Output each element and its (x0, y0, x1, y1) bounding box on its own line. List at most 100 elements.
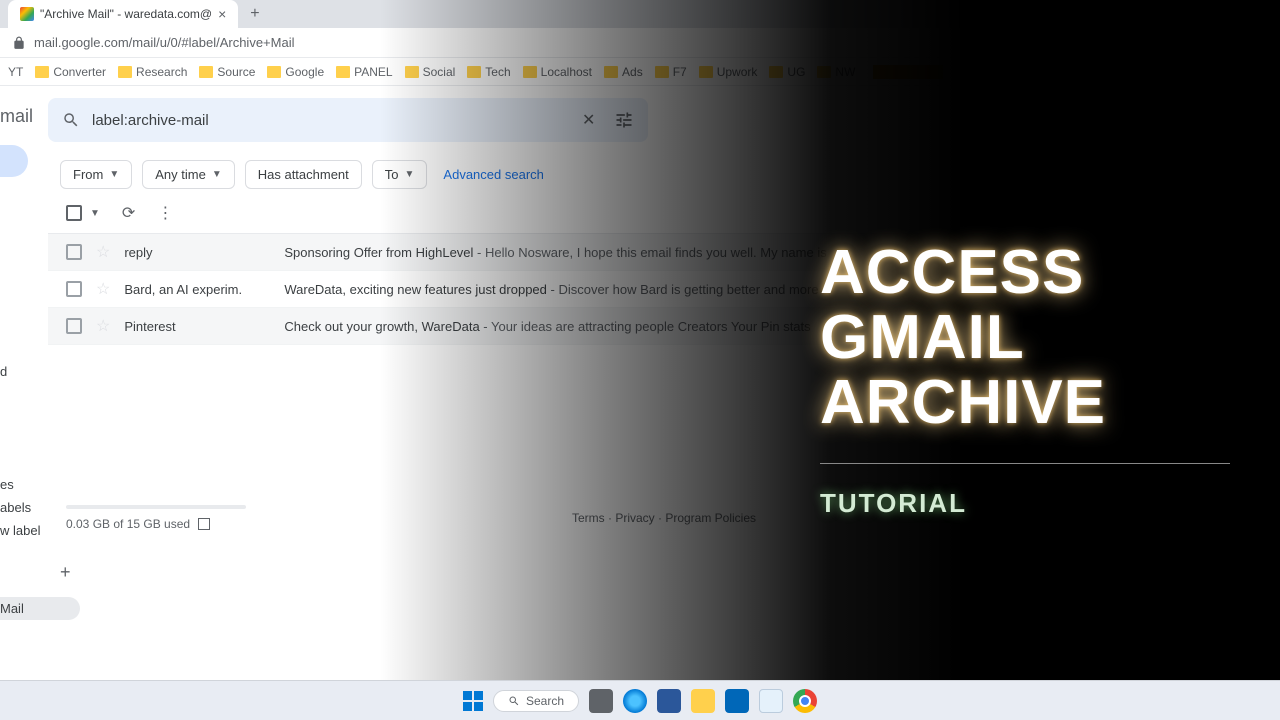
start-button[interactable] (463, 691, 483, 711)
inbox-pill[interactable] (0, 145, 28, 177)
browser-tab[interactable]: "Archive Mail" - waredata.com@ × (8, 0, 238, 28)
taskbar-search[interactable]: Search (493, 690, 579, 712)
bookmark-item[interactable]: Upwork (699, 65, 758, 79)
chevron-down-icon: ▼ (109, 169, 119, 180)
folder-icon (769, 66, 783, 78)
advanced-search-link[interactable]: Advanced search (443, 167, 543, 182)
sidebar-lower: d es abels w label + Mail (0, 360, 80, 620)
refresh-icon[interactable]: ⟳ (122, 203, 135, 223)
more-options-icon[interactable]: ⋮ (157, 203, 173, 223)
filter-row: From▼ Any time▼ Has attachment To▼ Advan… (48, 160, 1280, 203)
gmail-main: label:archive-mail ✕ From▼ Any time▼ Has… (48, 86, 1280, 680)
clear-search-icon[interactable]: ✕ (582, 110, 602, 130)
sidebar-categories[interactable]: es (0, 473, 80, 496)
storage-bar (66, 505, 246, 509)
gmail-favicon (20, 7, 34, 21)
email-subject: Sponsoring Offer from HighLevel - Hello … (284, 245, 1262, 260)
gmail-logo-text: mail (0, 106, 48, 127)
folder-icon (405, 66, 419, 78)
url-text: mail.google.com/mail/u/0/#label/Archive+… (34, 35, 294, 50)
bookmark-item[interactable]: NW (817, 65, 855, 79)
bookmark-item[interactable]: Social (405, 65, 456, 79)
row-checkbox[interactable] (66, 244, 82, 260)
store-icon[interactable] (725, 689, 749, 713)
bookmark-item[interactable]: F7 (655, 65, 687, 79)
bookmarks-bar: YT Converter Research Source Google PANE… (0, 58, 1280, 86)
folder-icon (655, 66, 669, 78)
folder-icon (267, 66, 281, 78)
row-checkbox[interactable] (66, 318, 82, 334)
filter-anytime[interactable]: Any time▼ (142, 160, 234, 189)
address-bar[interactable]: mail.google.com/mail/u/0/#label/Archive+… (0, 28, 1280, 58)
sidebar-labels[interactable]: abels (0, 496, 80, 519)
bookmark-item[interactable]: Ads (604, 65, 643, 79)
row-checkbox[interactable] (66, 281, 82, 297)
sidebar-new-label[interactable]: w label (0, 519, 80, 542)
bookmark-item[interactable]: UG (769, 65, 805, 79)
filter-has-attachment[interactable]: Has attachment (245, 160, 362, 189)
bookmark-item[interactable]: Tech (467, 65, 510, 79)
folder-icon (467, 66, 481, 78)
external-link-icon[interactable] (198, 518, 210, 530)
chevron-down-icon: ▼ (212, 169, 222, 180)
bookmark-item[interactable]: Source (199, 65, 255, 79)
new-tab-button[interactable]: + (250, 5, 259, 23)
filter-from[interactable]: From▼ (60, 160, 132, 189)
footer-links: Terms · Privacy · Program Policies (66, 511, 1262, 525)
terms-link[interactable]: Terms (572, 511, 605, 525)
orange-badge (873, 65, 943, 79)
chevron-down-icon: ▼ (405, 169, 415, 180)
gmail-footer: 0.03 GB of 15 GB used Terms · Privacy · … (48, 485, 1280, 545)
chrome-icon[interactable] (793, 689, 817, 713)
bookmark-item[interactable]: Research (118, 65, 187, 79)
email-subject: WareData, exciting new features just dro… (284, 282, 1262, 297)
folder-icon (817, 66, 831, 78)
sidebar-archive-mail[interactable]: Mail (0, 597, 80, 620)
folder-icon (699, 66, 713, 78)
search-icon (508, 695, 520, 707)
select-all-checkbox[interactable] (66, 205, 82, 221)
email-list: ☆ reply Sponsoring Offer from HighLevel … (48, 233, 1280, 345)
email-subject: Check out your growth, WareData - Your i… (284, 319, 1262, 334)
email-row[interactable]: ☆ Pinterest Check out your growth, WareD… (48, 308, 1280, 345)
word-icon[interactable] (657, 689, 681, 713)
folder-icon (523, 66, 537, 78)
select-dropdown-icon[interactable]: ▼ (90, 208, 100, 219)
explorer-icon[interactable] (691, 689, 715, 713)
email-sender: Pinterest (124, 319, 284, 334)
add-label-icon[interactable]: + (60, 562, 71, 583)
lock-icon (12, 36, 26, 50)
star-icon[interactable]: ☆ (96, 242, 110, 262)
folder-icon (336, 66, 350, 78)
email-toolbar: ▼ ⟳ ⋮ (48, 203, 1280, 233)
taskview-icon[interactable] (589, 689, 613, 713)
edge-icon[interactable] (623, 689, 647, 713)
bookmark-item[interactable]: Converter (35, 65, 106, 79)
search-input[interactable]: label:archive-mail (92, 112, 570, 129)
email-row[interactable]: ☆ reply Sponsoring Offer from HighLevel … (48, 234, 1280, 271)
policies-link[interactable]: Program Policies (665, 511, 756, 525)
search-bar[interactable]: label:archive-mail ✕ (48, 98, 648, 142)
tune-icon[interactable] (614, 110, 634, 130)
folder-icon (35, 66, 49, 78)
app-icon[interactable] (759, 689, 783, 713)
bookmark-item[interactable]: Localhost (523, 65, 592, 79)
star-icon[interactable]: ☆ (96, 279, 110, 299)
filter-to[interactable]: To▼ (372, 160, 428, 189)
email-sender: Bard, an AI experim. (124, 282, 284, 297)
browser-tab-bar: "Archive Mail" - waredata.com@ × + (0, 0, 1280, 28)
bookmark-item[interactable]: Google (267, 65, 324, 79)
folder-icon (199, 66, 213, 78)
privacy-link[interactable]: Privacy (615, 511, 654, 525)
tab-title: "Archive Mail" - waredata.com@ (40, 7, 212, 21)
email-sender: reply (124, 245, 284, 260)
sidebar-item[interactable]: d (0, 360, 80, 383)
bookmark-item[interactable]: YT (8, 65, 23, 79)
windows-taskbar: Search (0, 680, 1280, 720)
close-tab-icon[interactable]: × (218, 6, 226, 22)
folder-icon (118, 66, 132, 78)
star-icon[interactable]: ☆ (96, 316, 110, 336)
email-row[interactable]: ☆ Bard, an AI experim. WareData, excitin… (48, 271, 1280, 308)
bookmark-item[interactable]: PANEL (336, 65, 392, 79)
storage-text: 0.03 GB of 15 GB used (66, 517, 190, 531)
